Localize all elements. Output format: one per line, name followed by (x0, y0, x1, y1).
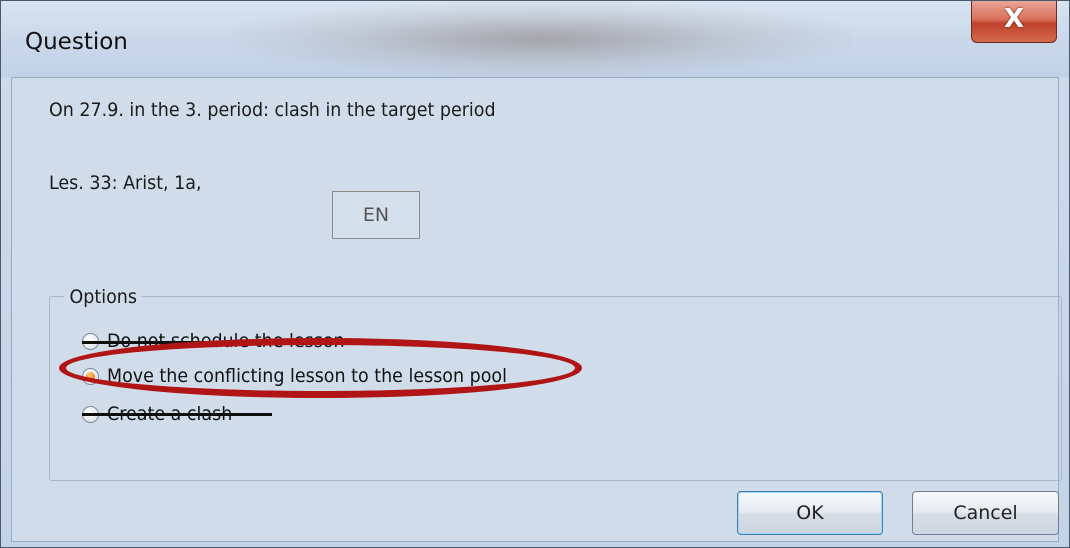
title-bar-glow (231, 1, 851, 77)
radio-move-to-pool[interactable] (82, 367, 99, 385)
lesson-info: Les. 33: Arist, 1a, (49, 172, 202, 194)
option-move-to-pool[interactable]: Move the conflicting lesson to the lesso… (82, 364, 542, 388)
cancel-button[interactable]: Cancel (912, 491, 1059, 535)
title-bar[interactable]: Question X (1, 1, 1069, 77)
strikethrough-mark (82, 341, 394, 344)
window-title: Question (25, 29, 128, 55)
options-legend: Options (64, 286, 143, 308)
options-groupbox (49, 296, 1062, 481)
close-button[interactable]: X (971, 1, 1057, 43)
strikethrough-mark (82, 413, 272, 416)
ok-button[interactable]: OK (737, 491, 883, 535)
close-icon: X (1003, 4, 1025, 34)
dialog-body: On 27.9. in the 3. period: clash in the … (11, 77, 1062, 542)
subject-code-box: EN (332, 191, 420, 239)
option-label-move-to-pool: Move the conflicting lesson to the lesso… (107, 365, 507, 387)
clash-message: On 27.9. in the 3. period: clash in the … (49, 99, 496, 121)
dialog-window: Question X On 27.9. in the 3. period: cl… (0, 0, 1070, 548)
